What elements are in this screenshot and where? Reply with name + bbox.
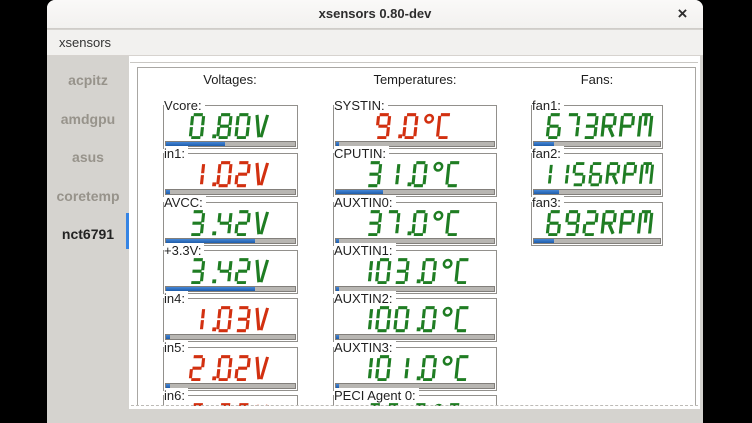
sensor-label: AUXTIN1: xyxy=(334,243,396,258)
sensor-label: AUXTIN0: xyxy=(334,195,396,210)
window-title: xsensors 0.80-dev xyxy=(47,0,703,28)
window-body: acpitzamdgpuasuscoretempnct6791 Voltages… xyxy=(47,56,703,423)
seven-segment-display xyxy=(168,161,293,188)
xsensors-window: xsensors 0.80-dev × xsensors acpitzamdgp… xyxy=(47,0,703,423)
sensor-vcore: Vcore: xyxy=(163,105,298,149)
sensor-auxtin3: AUXTIN3: xyxy=(333,347,497,391)
titlebar[interactable]: xsensors 0.80-dev × xyxy=(47,0,703,29)
sidebar-item-acpitz[interactable]: acpitz xyxy=(47,61,129,99)
sensor-fan2: fan2: xyxy=(531,153,663,197)
sensor-label: fan1: xyxy=(532,98,564,113)
sensor-page: Voltages:Vcore:in1:AVCC:+3.3V:in4:in5:in… xyxy=(129,56,700,409)
scroll-viewport[interactable]: Voltages:Vcore:in1:AVCC:+3.3V:in4:in5:in… xyxy=(129,56,700,406)
screen-background: xsensors 0.80-dev × xsensors acpitzamdgp… xyxy=(0,0,752,423)
seven-segment-display xyxy=(338,258,492,285)
seven-segment-display xyxy=(168,210,293,237)
close-icon[interactable]: × xyxy=(671,3,694,26)
sensor-fan3: fan3: xyxy=(531,202,663,246)
seven-segment-display xyxy=(168,113,293,140)
column-header-voltages: Voltages: xyxy=(203,72,257,87)
sensor-label: in5: xyxy=(164,340,188,355)
seven-segment-display xyxy=(338,306,492,333)
sensor-auxtin1: AUXTIN1: xyxy=(333,250,497,294)
column-header-temperatures: Temperatures: xyxy=(373,72,456,87)
menu-xsensors[interactable]: xsensors xyxy=(47,30,123,55)
menubar: xsensors xyxy=(47,30,703,56)
sensor-label: CPUTIN: xyxy=(334,146,389,161)
sensor-fan1: fan1: xyxy=(531,105,663,149)
sensor-auxtin2: AUXTIN2: xyxy=(333,298,497,342)
sensors-frame: Voltages:Vcore:in1:AVCC:+3.3V:in4:in5:in… xyxy=(137,67,696,406)
progress-bar-fill xyxy=(534,239,554,243)
sensor-label: AUXTIN2: xyxy=(334,291,396,306)
sensor-label: SYSTIN: xyxy=(334,98,388,113)
seven-segment-display xyxy=(338,161,492,188)
scroll-clip-edge xyxy=(131,405,698,406)
sensor-in5: in5: xyxy=(163,347,298,391)
progress-bar xyxy=(533,238,661,244)
sensor-avcc: AVCC: xyxy=(163,202,298,246)
seven-segment-display xyxy=(338,355,492,382)
sidebar-item-nct6791[interactable]: nct6791 xyxy=(47,215,129,253)
seven-segment-display xyxy=(168,258,293,285)
seven-segment-display xyxy=(536,210,658,237)
sensor-label: AVCC: xyxy=(164,195,206,210)
sensor-label: fan2: xyxy=(532,146,564,161)
seven-segment-display xyxy=(168,306,293,333)
seven-segment-display xyxy=(338,113,492,140)
sensor-in4: in4: xyxy=(163,298,298,342)
sensor-label: in6: xyxy=(164,388,188,403)
sidebar-tabs: acpitzamdgpuasuscoretempnct6791 xyxy=(47,56,129,423)
sensor-label: in1: xyxy=(164,146,188,161)
sensor-cputin: CPUTIN: xyxy=(333,153,497,197)
sensor-systin: SYSTIN: xyxy=(333,105,497,149)
seven-segment-display xyxy=(536,161,658,188)
sensor-label: PECI Agent 0: xyxy=(334,388,419,403)
sensor-label: fan3: xyxy=(532,195,564,210)
seven-segment-display xyxy=(338,210,492,237)
sensor-auxtin0: AUXTIN0: xyxy=(333,202,497,246)
sensor-label: AUXTIN3: xyxy=(334,340,396,355)
sidebar-item-coretemp[interactable]: coretemp xyxy=(47,177,129,215)
sensor-in1: in1: xyxy=(163,153,298,197)
sensor-3-3v: +3.3V: xyxy=(163,250,298,294)
sensor-label: +3.3V: xyxy=(164,243,204,258)
column-header-fans: Fans: xyxy=(581,72,614,87)
sidebar-item-asus[interactable]: asus xyxy=(47,138,129,176)
sidebar-item-amdgpu[interactable]: amdgpu xyxy=(47,100,129,138)
seven-segment-display xyxy=(168,355,293,382)
sensor-label: in4: xyxy=(164,291,188,306)
seven-segment-display xyxy=(536,113,658,140)
sensor-label: Vcore: xyxy=(164,98,205,113)
